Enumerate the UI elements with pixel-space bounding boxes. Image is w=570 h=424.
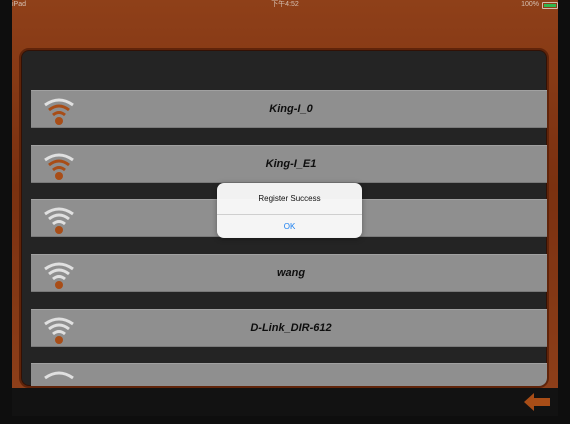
register-success-alert: Register Success OK	[217, 183, 362, 238]
alert-message: Register Success	[217, 183, 362, 215]
ok-button[interactable]: OK	[217, 215, 362, 238]
